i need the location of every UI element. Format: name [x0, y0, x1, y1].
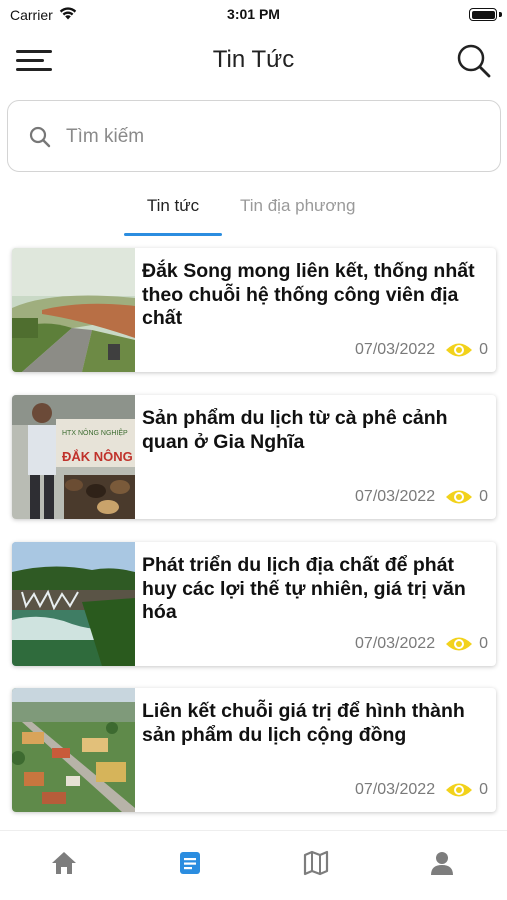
- news-views: 0: [479, 488, 488, 505]
- tab-local-news[interactable]: Tin địa phương: [240, 196, 355, 216]
- search-field-icon: [28, 125, 52, 149]
- tab-active-indicator: [124, 233, 222, 236]
- news-date: 07/03/2022: [355, 781, 436, 798]
- battery-tip: [499, 12, 502, 17]
- news-date: 07/03/2022: [355, 635, 436, 652]
- battery-icon: [469, 8, 497, 21]
- app-header: Tin Tức: [0, 36, 507, 86]
- bottom-nav: [0, 830, 507, 900]
- news-views: 0: [479, 341, 488, 358]
- news-icon[interactable]: [176, 849, 206, 879]
- news-meta: 07/03/2022 0: [355, 780, 488, 800]
- news-date: 07/03/2022: [355, 488, 436, 505]
- map-icon[interactable]: [302, 849, 332, 879]
- svg-text:ĐẮK NÔNG: ĐẮK NÔNG: [62, 449, 133, 464]
- news-card[interactable]: Liên kết chuỗi giá trị để hình thành sản…: [12, 688, 496, 812]
- page-title: Tin Tức: [212, 46, 295, 73]
- news-card[interactable]: Phát triển du lịch địa chất để phát huy …: [12, 542, 496, 666]
- search-input[interactable]: [66, 119, 486, 155]
- search-icon[interactable]: [455, 42, 493, 80]
- news-thumbnail-waterfall: [12, 542, 135, 666]
- status-bar: Carrier 3:01 PM: [0, 0, 507, 30]
- news-meta: 07/03/2022 0: [355, 487, 488, 507]
- profile-icon[interactable]: [428, 849, 458, 879]
- eye-icon: [445, 634, 473, 654]
- tab-bar: Tin tức Tin địa phương: [0, 190, 507, 238]
- news-thumbnail-road: [12, 248, 135, 372]
- news-thumbnail-coffee: HTX NÔNG NGHIỆP ĐẮK NÔNG: [12, 395, 135, 519]
- news-card[interactable]: Đắk Song mong liên kết, thống nhất theo …: [12, 248, 496, 372]
- news-card[interactable]: HTX NÔNG NGHIỆP ĐẮK NÔNG Sản phẩm du lịc…: [12, 395, 496, 519]
- eye-icon: [445, 340, 473, 360]
- search-bar[interactable]: [7, 100, 501, 172]
- svg-text:HTX NÔNG NGHIỆP: HTX NÔNG NGHIỆP: [62, 428, 128, 437]
- tab-news[interactable]: Tin tức: [124, 196, 222, 216]
- news-title: Liên kết chuỗi giá trị để hình thành sản…: [142, 700, 465, 746]
- news-meta: 07/03/2022 0: [355, 634, 488, 654]
- status-time: 3:01 PM: [227, 6, 280, 22]
- news-title: Phát triển du lịch địa chất để phát huy …: [142, 554, 466, 623]
- news-title: Sản phẩm du lịch từ cà phê cảnh quan ở G…: [142, 407, 448, 453]
- eye-icon: [445, 780, 473, 800]
- news-views: 0: [479, 781, 488, 798]
- news-views: 0: [479, 635, 488, 652]
- news-meta: 07/03/2022 0: [355, 340, 488, 360]
- home-icon[interactable]: [50, 849, 80, 879]
- news-title: Đắk Song mong liên kết, thống nhất theo …: [142, 260, 475, 329]
- news-thumbnail-aerial: [12, 688, 135, 812]
- news-date: 07/03/2022: [355, 341, 436, 358]
- eye-icon: [445, 487, 473, 507]
